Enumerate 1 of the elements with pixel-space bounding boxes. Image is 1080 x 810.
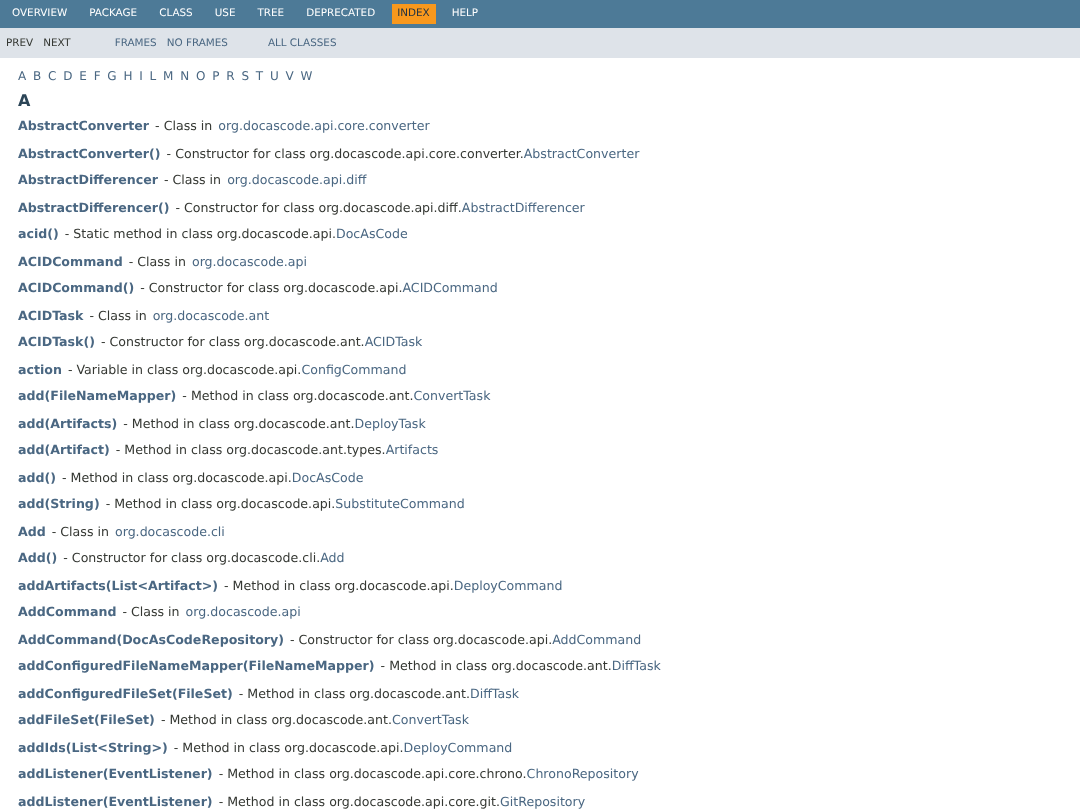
section-heading: A xyxy=(18,92,33,110)
